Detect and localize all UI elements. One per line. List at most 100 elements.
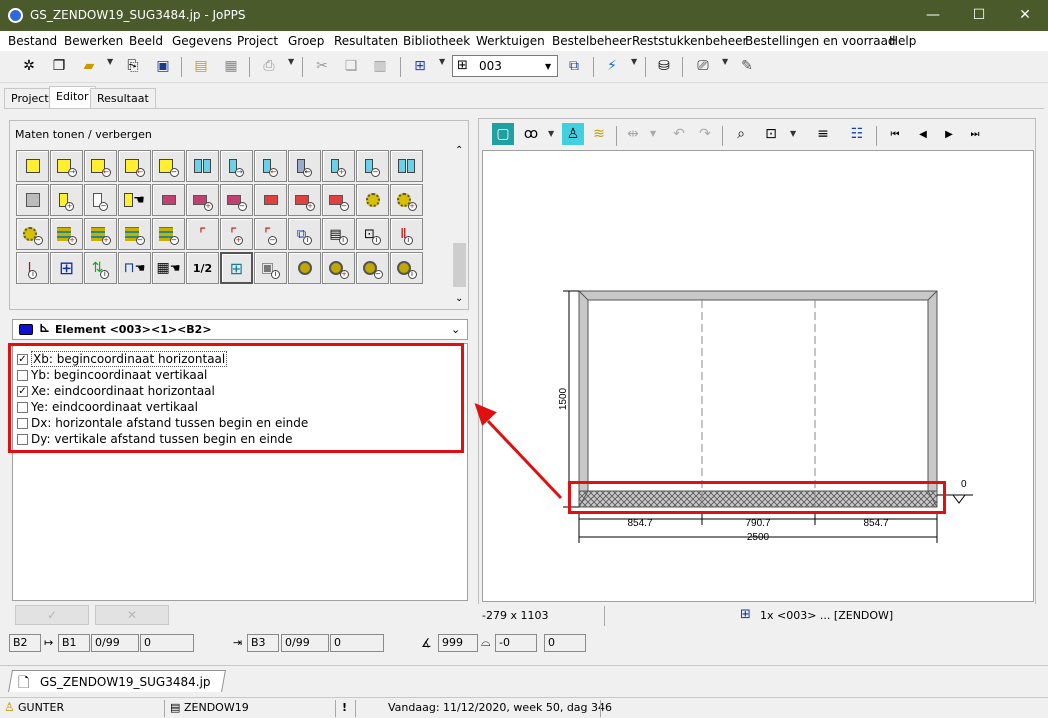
gear-add-icon[interactable]: + — [390, 184, 423, 216]
element-combo[interactable]: ⊾ Element <003><1><B2> ⌄ — [12, 319, 468, 340]
list-info-icon[interactable]: ▤ i — [322, 218, 355, 250]
pile-remove2-icon[interactable]: − — [152, 218, 185, 250]
hand-select-icon[interactable]: ☚ — [118, 184, 151, 216]
coins-remove-icon[interactable]: − — [356, 252, 389, 284]
view-toggle-icon[interactable]: ▢ — [492, 123, 514, 145]
saw-remove-icon[interactable]: − — [220, 184, 253, 216]
undo-icon[interactable]: ↶ — [668, 123, 690, 145]
tab-project[interactable]: Project — [4, 88, 56, 108]
glasses-icon[interactable]: ꝏ — [520, 123, 542, 145]
profile-next-icon[interactable]: → — [220, 150, 253, 182]
field-element-1[interactable]: B2 — [9, 634, 41, 652]
coins-add-icon[interactable]: + — [322, 252, 355, 284]
chevron-down-icon[interactable]: ▼ — [548, 129, 554, 138]
show-dim-icon[interactable] — [16, 150, 49, 182]
chevron-down-icon[interactable]: ▼ — [790, 129, 796, 138]
field-value-2[interactable]: 0 — [330, 634, 384, 652]
profile-stack-icon[interactable]: ← — [288, 150, 321, 182]
document-tab-label[interactable]: GS_ZENDOW19_SUG3484.jp — [40, 675, 211, 689]
chevron-down-icon[interactable]: ⌄ — [455, 293, 463, 304]
corner-remove-icon[interactable]: ⌜ − — [254, 218, 287, 250]
align-icon[interactable]: ≡ — [812, 123, 834, 145]
layers-icon[interactable]: ≋ — [588, 123, 610, 145]
distance-icon[interactable]: ⇹ — [622, 123, 644, 145]
print-icon[interactable]: ⎙ — [258, 55, 280, 77]
tab-resultaat[interactable]: Resultaat — [90, 88, 156, 108]
copy-doc-icon[interactable]: ❐ — [48, 55, 70, 77]
paste-icon[interactable]: ▥ — [369, 55, 391, 77]
tool-panel-scrollbar[interactable]: ⌃ ⌄ — [451, 143, 468, 307]
prev-dim-icon[interactable]: ← — [84, 150, 117, 182]
window-measure-icon[interactable]: ⊞ — [220, 252, 253, 284]
diagram-info-icon[interactable]: ⊡ i — [356, 218, 389, 250]
field-element-3[interactable]: B3 — [247, 634, 279, 652]
corner-select-icon[interactable]: ⌜ — [186, 218, 219, 250]
field-arc[interactable]: -0 — [495, 634, 537, 652]
field-range-1[interactable]: 0/99 — [91, 634, 139, 652]
profile-info-icon[interactable]: Ⅱi — [390, 218, 423, 250]
chevron-down-icon[interactable]: ▼ — [288, 57, 294, 66]
gear-select-icon[interactable] — [356, 184, 389, 216]
menu-bestelbeheer[interactable]: Bestelbeheer — [552, 34, 632, 48]
print-preview-icon[interactable]: ▤ — [190, 55, 212, 77]
pile-add-icon[interactable]: + — [50, 218, 83, 250]
white-remove-icon[interactable]: − — [84, 184, 117, 216]
profile-hand-icon[interactable]: ⊓ ☚ — [118, 252, 151, 284]
last-icon[interactable]: ⏭ — [964, 123, 986, 145]
menu-bestand[interactable]: Bestand — [8, 34, 57, 48]
redo-icon[interactable]: ↷ — [694, 123, 716, 145]
swap-arrows-icon[interactable]: ⇅ i — [84, 252, 117, 284]
chevron-down-icon[interactable]: ▼ — [107, 57, 113, 66]
maximize-button[interactable]: ☐ — [956, 0, 1002, 31]
chevron-up-icon[interactable]: ⌃ — [455, 145, 463, 156]
field-value-3[interactable]: 0 — [544, 634, 586, 652]
profile-add-icon[interactable]: + — [322, 150, 355, 182]
profile-remove-icon[interactable]: − — [356, 150, 389, 182]
gear-remove-icon[interactable]: − — [16, 218, 49, 250]
open-folder-icon[interactable]: ▰ — [78, 55, 100, 77]
yellow-add-icon[interactable]: + — [50, 184, 83, 216]
person-icon[interactable]: ♙ — [562, 123, 584, 145]
window-grid-icon[interactable]: ⊞ — [50, 252, 83, 284]
menu-werktuigen[interactable]: Werktuigen — [476, 34, 545, 48]
drawing-canvas[interactable]: 1500 0 854.7 790.7 854.7 2500 — [482, 150, 1034, 602]
red-block-remove-icon[interactable]: − — [322, 184, 355, 216]
menu-groep[interactable]: Groep — [288, 34, 324, 48]
element-select-combo[interactable]: ⊞ 003 ▼ — [452, 55, 558, 77]
copy-icon[interactable]: ❏ — [340, 55, 362, 77]
frame-info-icon[interactable]: ⧉ i — [288, 218, 321, 250]
next-dim-icon[interactable]: → — [50, 150, 83, 182]
previous-icon[interactable]: ◀ — [912, 123, 934, 145]
field-range-2[interactable]: 0/99 — [281, 634, 329, 652]
next-icon[interactable]: ▶ — [938, 123, 960, 145]
ok-button[interactable]: ✓ — [15, 605, 89, 625]
corner-add-icon[interactable]: ⌜ + — [220, 218, 253, 250]
profile-select-icon[interactable] — [186, 150, 219, 182]
menu-bibliotheek[interactable]: Bibliotheek — [403, 34, 470, 48]
red-block-icon[interactable] — [254, 184, 287, 216]
menu-reststukkenbeheer[interactable]: Reststukkenbeheer — [632, 34, 747, 48]
menu-beeld[interactable]: Beeld — [129, 34, 163, 48]
pile-remove-icon[interactable]: − — [118, 218, 151, 250]
menu-resultaten[interactable]: Resultaten — [334, 34, 398, 48]
chevron-down-icon[interactable]: ▼ — [650, 129, 656, 138]
new-icon[interactable]: ✲ — [18, 55, 40, 77]
minimize-button[interactable]: — — [910, 0, 956, 31]
select-frame-icon[interactable]: ⊞ — [409, 55, 431, 77]
save-icon[interactable]: ▣ — [152, 55, 174, 77]
field-angle[interactable]: 999 — [438, 634, 478, 652]
element-info-icon[interactable]: Ⅰi — [16, 252, 49, 284]
coins-info-icon[interactable]: i — [390, 252, 423, 284]
board-hand-icon[interactable]: ▦ ☚ — [152, 252, 185, 284]
menu-bewerken[interactable]: Bewerken — [64, 34, 123, 48]
menu-gegevens[interactable]: Gegevens — [172, 34, 232, 48]
pile-add2-icon[interactable]: + — [84, 218, 117, 250]
field-element-2[interactable]: B1 — [58, 634, 90, 652]
remove-dim-icon[interactable]: − — [152, 150, 185, 182]
first-icon[interactable]: ⏮ — [884, 123, 906, 145]
red-block-add-icon[interactable]: + — [288, 184, 321, 216]
menu-help[interactable]: Help — [889, 34, 916, 48]
cut-icon[interactable]: ✂ — [311, 55, 333, 77]
cancel-button[interactable]: ✕ — [95, 605, 169, 625]
menu-project[interactable]: Project — [237, 34, 278, 48]
